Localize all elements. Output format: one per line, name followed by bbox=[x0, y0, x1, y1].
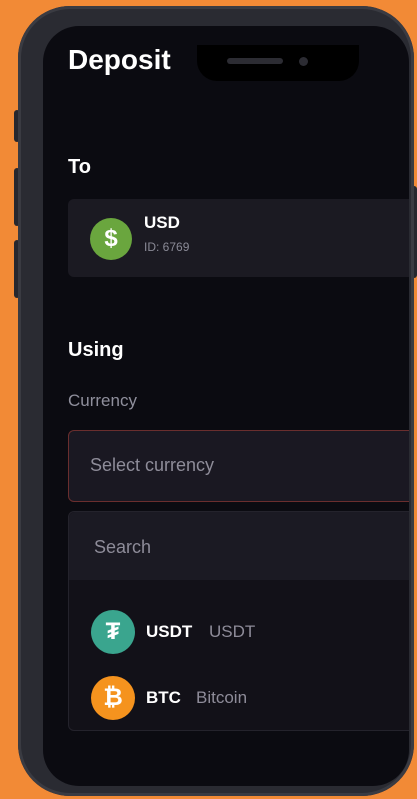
currency-option-symbol: USDT bbox=[146, 622, 193, 641]
currency-label: Currency bbox=[68, 391, 137, 410]
phone-screen: Deposit To $ USD ID: 6769 Using Currency… bbox=[43, 26, 409, 786]
dollar-coin-icon: $ bbox=[90, 218, 132, 260]
bitcoin-icon: ₿ bbox=[91, 676, 135, 720]
page-title: Deposit bbox=[68, 44, 171, 75]
destination-account-card[interactable]: $ USD ID: 6769 bbox=[68, 199, 409, 277]
currency-search-box bbox=[69, 512, 409, 580]
currency-option-btc[interactable]: ₿ BTC Bitcoin bbox=[69, 670, 409, 726]
tether-icon: ₮ bbox=[91, 610, 135, 654]
currency-option-name: Bitcoin bbox=[196, 688, 248, 707]
phone-notch bbox=[197, 45, 359, 81]
currency-dropdown: ₮ USDT USDT ₿ BTC Bitcoin bbox=[68, 511, 409, 731]
speaker-grille bbox=[227, 58, 283, 64]
account-name: USD bbox=[144, 213, 180, 232]
currency-option-name: USDT bbox=[209, 622, 256, 641]
currency-select-placeholder: Select currency bbox=[90, 455, 215, 475]
phone-frame: Deposit To $ USD ID: 6769 Using Currency… bbox=[18, 6, 414, 796]
currency-option-symbol: BTC bbox=[146, 688, 181, 707]
using-section-label: Using bbox=[68, 339, 124, 361]
currency-option-usdt[interactable]: ₮ USDT USDT bbox=[69, 604, 409, 660]
account-id: ID: 6769 bbox=[144, 240, 190, 254]
front-camera bbox=[299, 57, 308, 66]
to-section-label: To bbox=[68, 156, 91, 178]
currency-select[interactable]: Select currency bbox=[68, 430, 409, 502]
currency-search-input[interactable] bbox=[92, 532, 356, 562]
